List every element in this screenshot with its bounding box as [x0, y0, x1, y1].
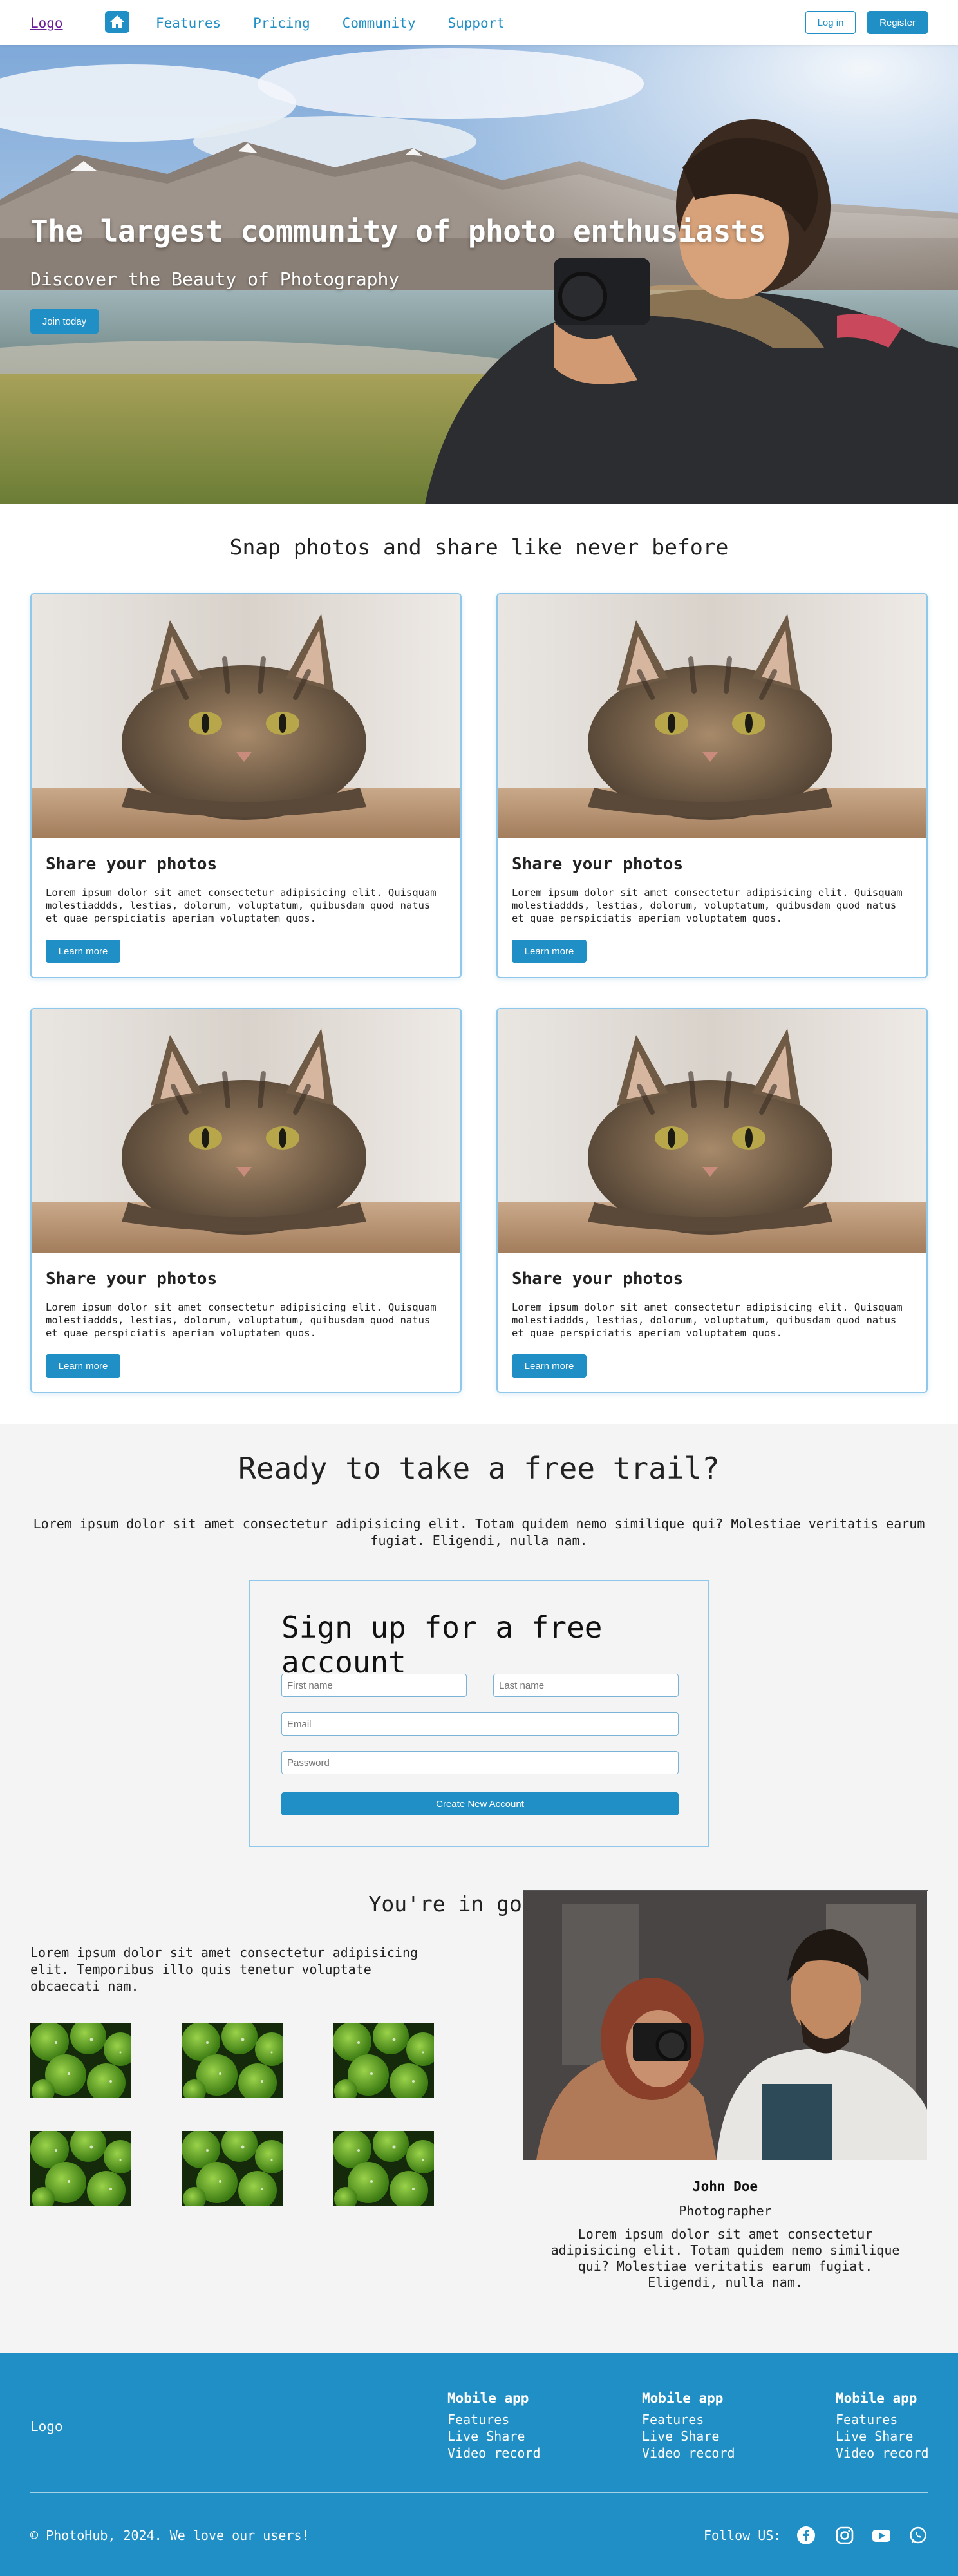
footer-link[interactable]: Video record — [642, 2445, 735, 2461]
cat-image — [498, 1009, 926, 1253]
last-name-field[interactable] — [493, 1674, 679, 1697]
profile-name: John Doe — [692, 2179, 758, 2194]
profile-role: Photographer — [679, 2203, 772, 2219]
footer-link[interactable]: Features — [447, 2411, 541, 2428]
card-title: Share your photos — [46, 855, 218, 874]
feature-card: Share your photos Lorem ipsum dolor sit … — [496, 1008, 928, 1393]
card-text: Lorem ipsum dolor sit amet consectetur a… — [46, 887, 437, 924]
feature-card: Share your photos Lorem ipsum dolor sit … — [30, 593, 462, 978]
footer-link[interactable]: Live Share — [836, 2428, 929, 2445]
leaf-thumbnail — [333, 2131, 434, 2206]
home-button[interactable] — [105, 11, 129, 33]
feature-card: Share your photos Lorem ipsum dolor sit … — [496, 593, 928, 978]
leaf-thumbnail — [30, 2131, 131, 2206]
leaf-thumbnail — [182, 2131, 283, 2206]
youtube-icon[interactable] — [872, 2526, 891, 2545]
footer-copyright: © PhotoHub, 2024. We love our users! — [30, 2528, 310, 2543]
first-name-field[interactable] — [281, 1674, 467, 1697]
card-text: Lorem ipsum dolor sit amet consectetur a… — [46, 1302, 437, 1339]
footer-logo[interactable]: Logo — [30, 2419, 63, 2434]
card-title: Share your photos — [46, 1269, 218, 1289]
footer-column: Mobile app Features Live Share Video rec… — [642, 2391, 735, 2461]
footer: Logo Mobile app Features Live Share Vide… — [0, 2353, 958, 2576]
trial-text: Lorem ipsum dolor sit amet consectetur a… — [33, 1516, 925, 1548]
feature-card: Share your photos Lorem ipsum dolor sit … — [30, 1008, 462, 1393]
hero-section: The largest community of photo enthusias… — [0, 45, 958, 504]
whatsapp-icon[interactable] — [908, 2526, 928, 2545]
company-text: Lorem ipsum dolor sit amet consectetur a… — [30, 1945, 418, 1994]
signup-title: Sign up for a free account — [281, 1610, 603, 1680]
profile-photo — [523, 1891, 927, 2160]
follow-label: Follow US: — [704, 2528, 782, 2543]
footer-column: Mobile app Features Live Share Video rec… — [836, 2391, 929, 2461]
nav-link-features[interactable]: Features — [156, 15, 221, 31]
footer-column-title: Mobile app — [836, 2391, 917, 2406]
cat-image — [32, 594, 460, 838]
cat-image — [32, 1009, 460, 1253]
login-button[interactable]: Log in — [805, 11, 856, 34]
nav-logo[interactable]: Logo — [30, 15, 63, 31]
register-button[interactable]: Register — [867, 11, 928, 34]
leaf-thumbnail — [182, 2023, 283, 2098]
leaf-thumbnail — [333, 2023, 434, 2098]
trial-title: Ready to take a free trail? — [238, 1451, 720, 1486]
card-text: Lorem ipsum dolor sit amet consectetur a… — [512, 1302, 903, 1339]
hero-title: The largest community of photo enthusias… — [30, 214, 766, 249]
nav-link-support[interactable]: Support — [447, 15, 505, 31]
email-field[interactable] — [281, 1712, 679, 1736]
facebook-icon[interactable] — [796, 2526, 816, 2545]
footer-link[interactable]: Video record — [836, 2445, 929, 2461]
footer-column-title: Mobile app — [642, 2391, 724, 2406]
learn-more-button[interactable]: Learn more — [512, 1354, 587, 1378]
learn-more-button[interactable]: Learn more — [46, 940, 120, 963]
footer-divider — [30, 2492, 928, 2493]
card-title: Share your photos — [512, 1269, 684, 1289]
leaf-thumbnail — [30, 2023, 131, 2098]
learn-more-button[interactable]: Learn more — [512, 940, 587, 963]
footer-column: Mobile app Features Live Share Video rec… — [447, 2391, 541, 2461]
hero-subtitle: Discover the Beauty of Photography — [30, 269, 400, 290]
footer-link[interactable]: Features — [836, 2411, 929, 2428]
password-field[interactable] — [281, 1751, 679, 1774]
trial-section: Ready to take a free trail? Lorem ipsum … — [0, 1424, 958, 2353]
learn-more-button[interactable]: Learn more — [46, 1354, 120, 1378]
create-account-button[interactable]: Create New Account — [281, 1792, 679, 1815]
profile-card: John Doe Photographer Lorem ipsum dolor … — [523, 1890, 928, 2307]
footer-column-title: Mobile app — [447, 2391, 529, 2406]
nav-link-community[interactable]: Community — [343, 15, 416, 31]
profile-bio: Lorem ipsum dolor sit amet consectetur a… — [550, 2226, 900, 2290]
card-text: Lorem ipsum dolor sit amet consectetur a… — [512, 887, 903, 924]
instagram-icon[interactable] — [835, 2526, 854, 2545]
join-today-button[interactable]: Join today — [30, 309, 99, 334]
nav-link-pricing[interactable]: Pricing — [253, 15, 310, 31]
card-title: Share your photos — [512, 855, 684, 874]
top-navbar: Logo Features Pricing Community Support … — [0, 0, 958, 45]
footer-link[interactable]: Live Share — [447, 2428, 541, 2445]
footer-link[interactable]: Features — [642, 2411, 735, 2428]
cat-image — [498, 594, 926, 838]
signup-form: Sign up for a free account Create New Ac… — [249, 1580, 709, 1847]
features-title: Snap photos and share like never before — [229, 535, 729, 560]
footer-link[interactable]: Live Share — [642, 2428, 735, 2445]
footer-link[interactable]: Video record — [447, 2445, 541, 2461]
home-icon — [110, 15, 124, 28]
